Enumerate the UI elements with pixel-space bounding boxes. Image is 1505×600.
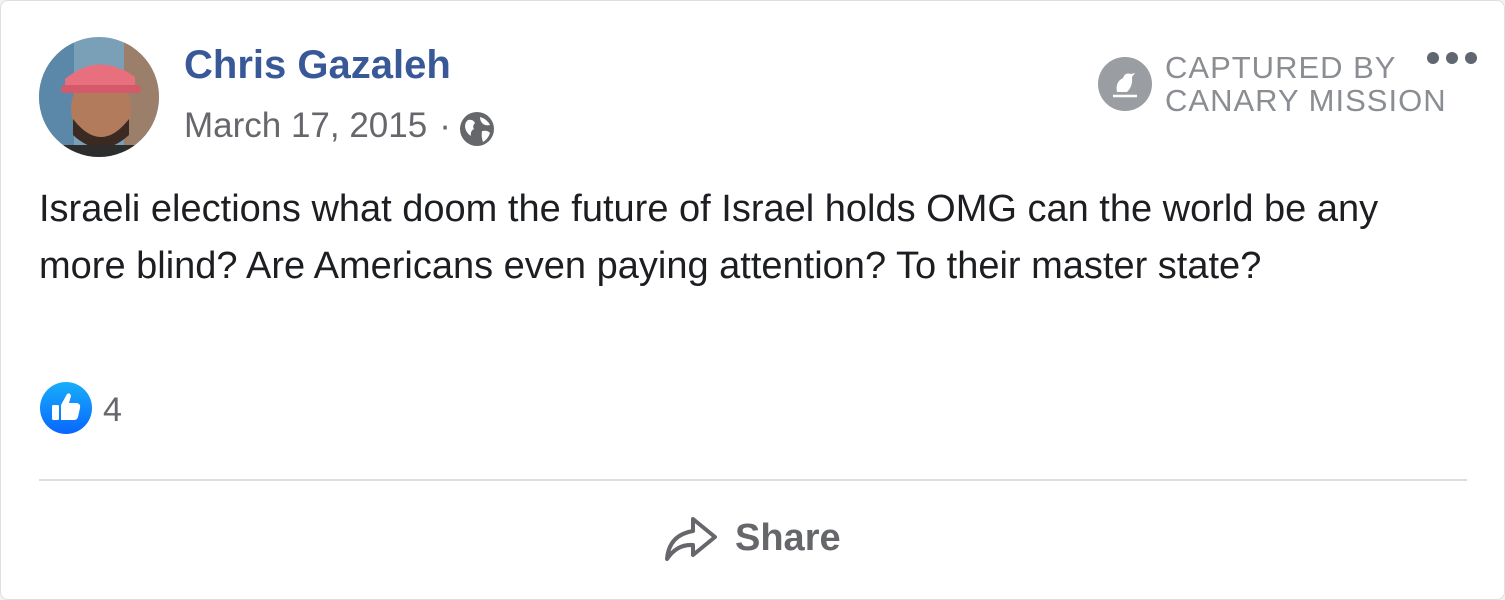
post-text: Israeli elections what doom the future o… — [39, 188, 1379, 287]
share-button[interactable]: Share — [661, 509, 841, 567]
globe-icon — [459, 111, 495, 147]
avatar[interactable] — [39, 37, 159, 157]
post-meta: March 17, 2015 · — [184, 105, 495, 147]
like-icon — [39, 381, 93, 435]
like-count: 4 — [103, 390, 122, 429]
more-options-icon[interactable] — [1425, 48, 1479, 70]
author-name[interactable]: Chris Gazaleh — [184, 43, 451, 88]
watermark-line-1: CAPTURED BY — [1165, 50, 1397, 85]
meta-separator: · — [439, 106, 451, 145]
post-date[interactable]: March 17, 2015 — [184, 106, 427, 146]
reactions-summary[interactable]: 4 — [39, 381, 122, 435]
canary-mission-watermark: CAPTURED BY CANARY MISSION — [1097, 51, 1447, 117]
watermark-line-2: CANARY MISSION — [1165, 83, 1447, 118]
canary-logo-icon — [1098, 57, 1152, 111]
share-label: Share — [735, 516, 841, 559]
share-icon — [665, 517, 717, 561]
post-card: Chris Gazaleh March 17, 2015 · CAPTURED … — [0, 0, 1505, 600]
divider — [39, 479, 1467, 481]
